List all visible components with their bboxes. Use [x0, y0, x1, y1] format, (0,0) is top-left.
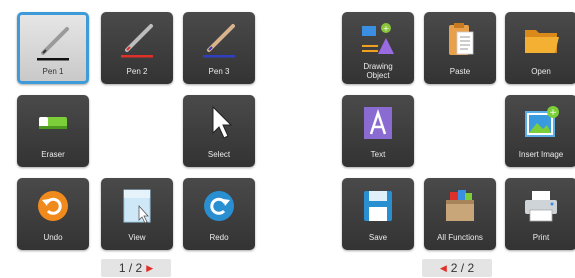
insert-image-button[interactable]: + Insert Image — [505, 95, 575, 167]
undo-button[interactable]: Undo — [17, 178, 89, 250]
pen-3-label: Pen 3 — [208, 67, 230, 76]
view-label: View — [128, 233, 146, 242]
pen-icon — [197, 20, 241, 60]
pen-icon — [115, 20, 159, 60]
drawing-object-label: Drawing Object — [342, 62, 414, 80]
printer-icon — [519, 186, 563, 226]
drawing-object-label-line-2: Object — [366, 71, 390, 80]
paste-button[interactable]: Paste — [424, 12, 496, 84]
next-page-arrow-icon[interactable]: ▶ — [146, 263, 153, 274]
pen-3-button[interactable]: Pen 3 — [183, 12, 255, 84]
page-indicator-left[interactable]: 1 / 2 ▶ — [101, 259, 171, 277]
save-button[interactable]: Save — [342, 178, 414, 250]
pen-2-label: Pen 2 — [126, 67, 148, 76]
all-functions-button[interactable]: All Functions — [424, 178, 496, 250]
previous-page-arrow-icon[interactable]: ◀ — [440, 263, 447, 274]
eraser-button[interactable]: Eraser — [17, 95, 89, 167]
folder-icon — [519, 20, 563, 60]
drawing-object-label-line-1: Drawing — [363, 62, 393, 71]
pen-icon — [31, 23, 75, 63]
page-number: 2 / 2 — [450, 261, 475, 275]
eraser-label: Eraser — [41, 150, 65, 159]
redo-button[interactable]: Redo — [183, 178, 255, 250]
print-button[interactable]: Print — [505, 178, 575, 250]
page-number: 1 / 2 — [118, 261, 143, 275]
drawing-object-button[interactable]: + Drawing Object — [342, 12, 414, 84]
pen-1-label: Pen 1 — [42, 67, 64, 76]
image-icon: + — [519, 103, 563, 143]
save-label: Save — [368, 233, 388, 242]
page-indicator-right[interactable]: ◀ 2 / 2 — [422, 259, 492, 277]
svg-text:+: + — [549, 108, 557, 118]
select-button[interactable]: Select — [183, 95, 255, 167]
undo-icon — [31, 186, 75, 226]
pen-2-button[interactable]: Pen 2 — [101, 12, 173, 84]
svg-text:+: + — [383, 24, 390, 33]
undo-label: Undo — [43, 233, 63, 242]
insert-image-label: Insert Image — [518, 150, 564, 159]
all-functions-icon — [438, 186, 482, 226]
pen-1-button[interactable]: Pen 1 — [17, 12, 89, 84]
view-icon — [115, 186, 159, 226]
text-icon — [356, 103, 400, 143]
open-button[interactable]: Open — [505, 12, 575, 84]
floppy-disk-icon — [356, 186, 400, 226]
cursor-icon — [197, 103, 241, 143]
text-button[interactable]: Text — [342, 95, 414, 167]
redo-label: Redo — [209, 233, 229, 242]
all-functions-label: All Functions — [437, 233, 483, 242]
drawing-object-icon: + — [356, 20, 400, 60]
redo-icon — [197, 186, 241, 226]
open-label: Open — [531, 67, 551, 76]
print-label: Print — [532, 233, 550, 242]
paste-label: Paste — [449, 67, 471, 76]
clipboard-icon — [438, 20, 482, 60]
text-label: Text — [370, 150, 386, 159]
eraser-icon — [31, 103, 75, 143]
view-button[interactable]: View — [101, 178, 173, 250]
select-label: Select — [207, 150, 231, 159]
